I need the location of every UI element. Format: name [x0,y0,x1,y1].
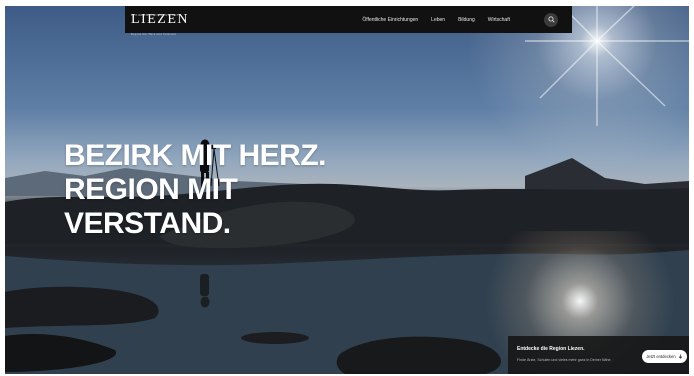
hero-headline: BEZIRK MIT HERZ. REGION MIT VERSTAND. [64,139,327,241]
banner-text: Finde Ärzte, Schulen und vieles mehr gan… [517,358,612,362]
logo-tagline: BEZIRKSHAUPTMANNSCHAFT [131,12,181,17]
headline-line-1: BEZIRK MIT HERZ. [64,139,327,172]
top-navigation-bar: BEZIRKSHAUPTMANNSCHAFT LIEZEN Region mit… [125,6,572,36]
banner-title: Entdecke die Region Liezen. [517,346,585,352]
logo-subline: Region mit Herz und Verstand [131,31,176,36]
search-button[interactable] [544,12,558,27]
nav-item-bildung[interactable]: Bildung [458,17,475,23]
headline-line-3: VERSTAND. [64,207,231,240]
arrow-down-icon [678,354,682,359]
main-nav: Öffentliche Einrichtungen Leben Bildung … [362,6,510,33]
headline-line-2: REGION MIT [64,173,238,206]
page: BEZIRKSHAUPTMANNSCHAFT LIEZEN Region mit… [0,0,694,376]
liezen-logo[interactable]: BEZIRKSHAUPTMANNSCHAFT LIEZEN Region mit… [131,12,189,36]
region-discover-banner: Entdecke die Region Liezen. Finde Ärzte,… [508,336,689,374]
discover-now-button[interactable]: Jetzt entdecken [642,350,687,363]
search-icon [547,16,555,23]
discover-now-label: Jetzt entdecken [646,354,676,359]
nav-item-oeffentliche-einrichtungen[interactable]: Öffentliche Einrichtungen [362,17,418,23]
nav-item-leben[interactable]: Leben [431,17,445,23]
nav-item-wirtschaft[interactable]: Wirtschaft [488,17,510,23]
